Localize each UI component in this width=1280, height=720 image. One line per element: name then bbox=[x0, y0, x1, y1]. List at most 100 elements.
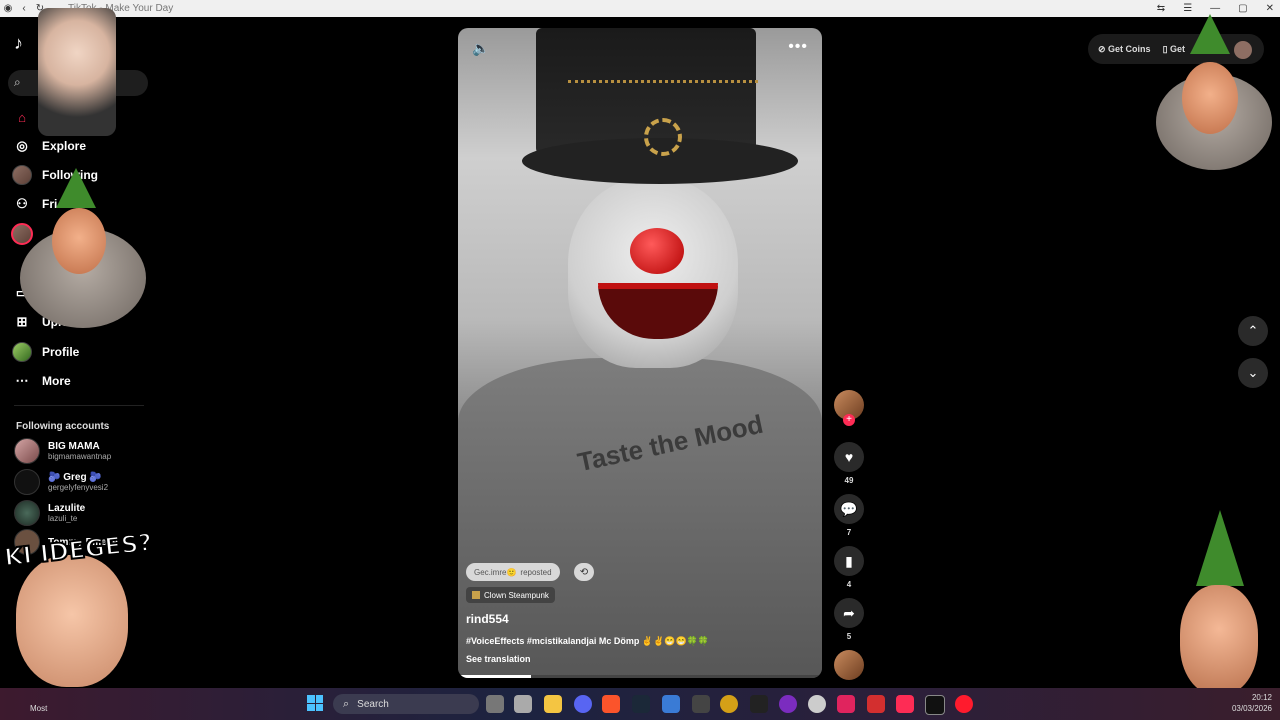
taskbar-search-label: Search bbox=[357, 698, 389, 710]
follow-plus-icon[interactable]: + bbox=[843, 414, 855, 426]
window-titlebar: ◉ ‹ ↻ TikTok - Make Your Day ⇆ ☰ — ▢ ✕ bbox=[0, 0, 1280, 17]
taskbar: Most ⌕ Search 20:12 03/03/2026 bbox=[0, 688, 1280, 720]
pineapple-rat-overlay-left bbox=[6, 168, 146, 336]
tiktok-pink-icon[interactable] bbox=[896, 695, 914, 713]
more-options-icon[interactable]: ••• bbox=[788, 38, 808, 56]
account-handle: gergelyfenyvesi2 bbox=[48, 482, 109, 492]
home-icon: ⌂ bbox=[18, 109, 26, 125]
app-icon: ◉ bbox=[3, 3, 13, 14]
clock-date: 03/03/2026 bbox=[1231, 704, 1272, 713]
repost-label: reposted bbox=[520, 567, 552, 577]
avatar bbox=[14, 469, 40, 495]
menu-icon[interactable]: ☰ bbox=[1183, 3, 1192, 14]
file-explorer-icon[interactable] bbox=[544, 695, 562, 713]
hat-chain bbox=[568, 68, 758, 83]
rat-face bbox=[1182, 62, 1238, 134]
brave-icon[interactable] bbox=[602, 695, 620, 713]
tf-icon[interactable] bbox=[692, 695, 710, 713]
video-player[interactable]: Taste the Mood 🔈 ••• Gec.imre🙂 reposted … bbox=[458, 28, 822, 678]
video-author[interactable]: rind554 bbox=[466, 612, 509, 626]
close-button[interactable]: ✕ bbox=[1266, 3, 1274, 14]
effect-icon bbox=[472, 591, 480, 599]
task-view-icon[interactable] bbox=[486, 695, 504, 713]
next-video-button[interactable]: ⌄ bbox=[1238, 358, 1268, 388]
save-count: 4 bbox=[846, 580, 852, 589]
taskbar-search[interactable]: ⌕ Search bbox=[333, 694, 479, 714]
comment-icon: 💬 bbox=[834, 494, 864, 524]
pineapple-leaves bbox=[1196, 510, 1244, 586]
maximize-button[interactable]: ▢ bbox=[1238, 3, 1247, 14]
discord-icon[interactable] bbox=[574, 695, 592, 713]
comment-button[interactable]: 💬 7 bbox=[834, 494, 864, 537]
pineapple-leaves bbox=[1190, 14, 1230, 54]
creator-avatar[interactable]: + bbox=[834, 390, 864, 426]
account-item[interactable]: Lazulite lazuli_te bbox=[14, 500, 85, 526]
effect-tag[interactable]: Clown Steampunk bbox=[466, 587, 555, 603]
avatar bbox=[14, 500, 40, 526]
like-count: 49 bbox=[844, 476, 854, 485]
save-button[interactable]: ▮ 4 bbox=[834, 546, 864, 589]
wps-icon[interactable] bbox=[867, 695, 885, 713]
share-icon: ➦ bbox=[834, 598, 864, 628]
avatar bbox=[14, 438, 40, 464]
opera-icon[interactable] bbox=[955, 695, 973, 713]
app-icon[interactable] bbox=[750, 695, 768, 713]
pineapple-overlay bbox=[1168, 500, 1268, 590]
tiktok-logo-icon[interactable]: ♪ bbox=[14, 33, 34, 53]
nav-profile-label: Profile bbox=[42, 345, 80, 359]
pineapple-rat-overlay-right bbox=[1150, 14, 1274, 174]
face-overlay bbox=[16, 555, 128, 687]
compass-icon: ◎ bbox=[16, 138, 28, 153]
get-coins-button[interactable]: ⊘ Get Coins bbox=[1098, 44, 1151, 55]
widgets-icon[interactable] bbox=[514, 695, 532, 713]
following-accounts-title: Following accounts bbox=[16, 421, 110, 432]
volume-icon[interactable]: 🔈 bbox=[472, 40, 489, 57]
nav-explore[interactable]: ◎ Explore bbox=[10, 134, 86, 158]
bookmark-icon: ▮ bbox=[834, 546, 864, 576]
obs-icon[interactable] bbox=[779, 695, 797, 713]
app-icon[interactable] bbox=[662, 695, 680, 713]
nav-more[interactable]: ⋯ More bbox=[10, 369, 71, 393]
chevron-down-icon: ⌄ bbox=[1247, 365, 1259, 380]
cast-icon[interactable]: ⇆ bbox=[1157, 3, 1165, 14]
heart-icon: ♥ bbox=[834, 442, 864, 472]
chrome-icon[interactable] bbox=[808, 695, 826, 713]
repost-badge[interactable]: Gec.imre🙂 reposted bbox=[466, 563, 560, 581]
gear-icon bbox=[644, 118, 682, 156]
start-button[interactable] bbox=[307, 695, 323, 711]
nav-profile[interactable]: Profile bbox=[10, 340, 79, 364]
sound-disc[interactable] bbox=[834, 650, 864, 680]
video-progress[interactable] bbox=[458, 675, 822, 678]
more-dots-icon: ⋯ bbox=[15, 373, 29, 388]
comment-count: 7 bbox=[846, 528, 852, 537]
like-button[interactable]: ♥ 49 bbox=[834, 442, 864, 485]
repost-icon[interactable]: ⟲ bbox=[574, 563, 594, 581]
nav-more-label: More bbox=[42, 374, 71, 388]
app-icon[interactable] bbox=[837, 695, 855, 713]
tiktok-icon[interactable] bbox=[925, 695, 945, 715]
system-clock[interactable]: 20:12 03/03/2026 bbox=[1232, 692, 1272, 714]
coin-icon[interactable] bbox=[720, 695, 738, 713]
see-translation-link[interactable]: See translation bbox=[466, 654, 531, 664]
repost-user: Gec.imre🙂 bbox=[474, 567, 517, 577]
account-name: BIG MAMA bbox=[48, 440, 100, 452]
account-handle: lazuli_te bbox=[48, 513, 78, 523]
video-shirt bbox=[458, 358, 822, 678]
rat-face bbox=[52, 208, 106, 274]
progress-fill bbox=[458, 675, 531, 678]
account-item[interactable]: 🫐 Greg 🫐 gergelyfenyvesi2 bbox=[14, 469, 108, 495]
minimize-button[interactable]: — bbox=[1210, 3, 1220, 14]
account-name: 🫐 Greg 🫐 bbox=[48, 471, 102, 483]
weather-label: Most bbox=[30, 704, 48, 713]
webcam-overlay bbox=[38, 8, 116, 136]
search-icon: ⌕ bbox=[14, 75, 21, 89]
share-button[interactable]: ➦ 5 bbox=[834, 598, 864, 641]
previous-video-button[interactable]: ⌃ bbox=[1238, 316, 1268, 346]
pineapple-face bbox=[1180, 585, 1258, 695]
share-count: 5 bbox=[846, 632, 852, 641]
clock-time: 20:12 bbox=[1251, 693, 1272, 702]
divider bbox=[14, 405, 144, 406]
steam-icon[interactable] bbox=[632, 695, 650, 713]
account-item[interactable]: BIG MAMA bigmamawantnap bbox=[14, 438, 111, 464]
back-icon[interactable]: ‹ bbox=[16, 3, 32, 14]
